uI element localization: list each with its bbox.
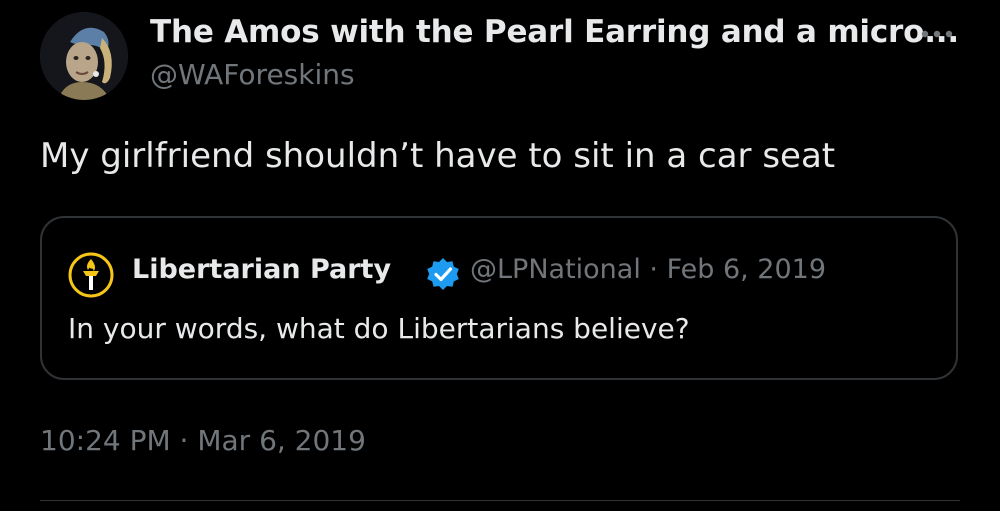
divider: [40, 500, 960, 501]
quoted-tweet-text: In your words, what do Libertarians beli…: [68, 312, 690, 345]
tweet-timestamp[interactable]: 10:24 PM · Mar 6, 2019: [40, 424, 366, 457]
torch-logo-icon: [68, 252, 114, 298]
verified-badge-icon: [425, 256, 461, 292]
quoted-tweet-card[interactable]: Libertarian Party @LPNational · Feb 6, 2…: [40, 216, 958, 380]
author-handle[interactable]: @WAForeskins: [150, 58, 355, 91]
quoted-tweet-meta: @LPNational · Feb 6, 2019: [470, 254, 827, 285]
more-options-icon[interactable]: [912, 20, 962, 48]
author-display-name[interactable]: The Amos with the Pearl Earring and a mi…: [150, 14, 959, 50]
author-avatar[interactable]: [40, 12, 128, 100]
tweet-detail: The Amos with the Pearl Earring and a mi…: [0, 0, 1000, 511]
quoted-author-name[interactable]: Libertarian Party: [132, 254, 391, 285]
tweet-text: My girlfriend shouldn’t have to sit in a…: [40, 136, 836, 176]
pearl-earring-portrait-avatar: [40, 12, 128, 100]
